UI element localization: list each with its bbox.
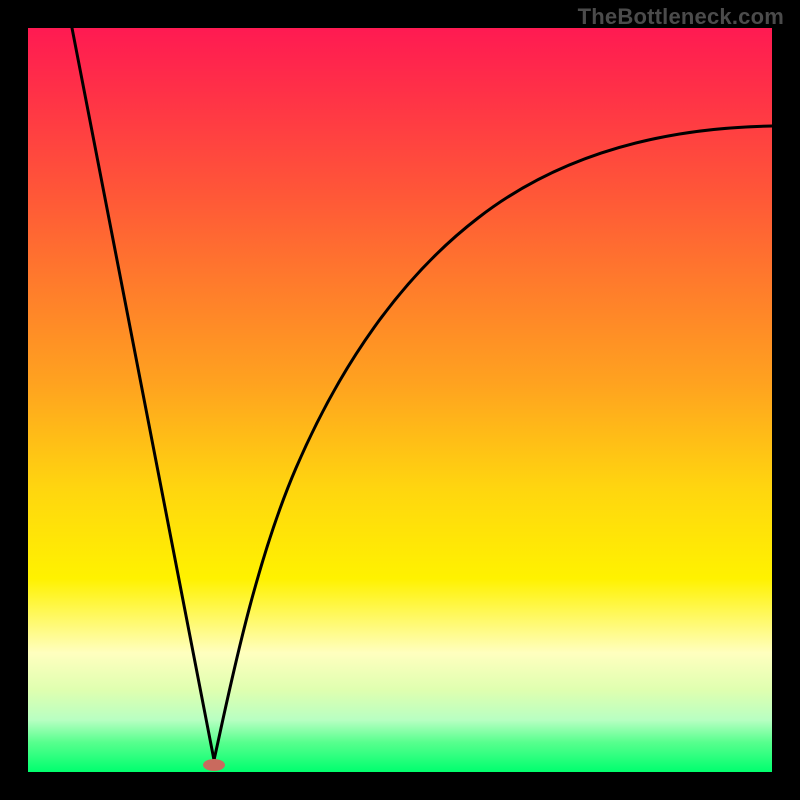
minimum-marker (203, 759, 225, 771)
watermark-text: TheBottleneck.com (578, 4, 784, 30)
plot-area (28, 28, 772, 772)
curve-left-arm (72, 28, 214, 760)
chart-frame: TheBottleneck.com (0, 0, 800, 800)
curve-right-arm (214, 126, 772, 760)
bottleneck-curve (28, 28, 772, 772)
